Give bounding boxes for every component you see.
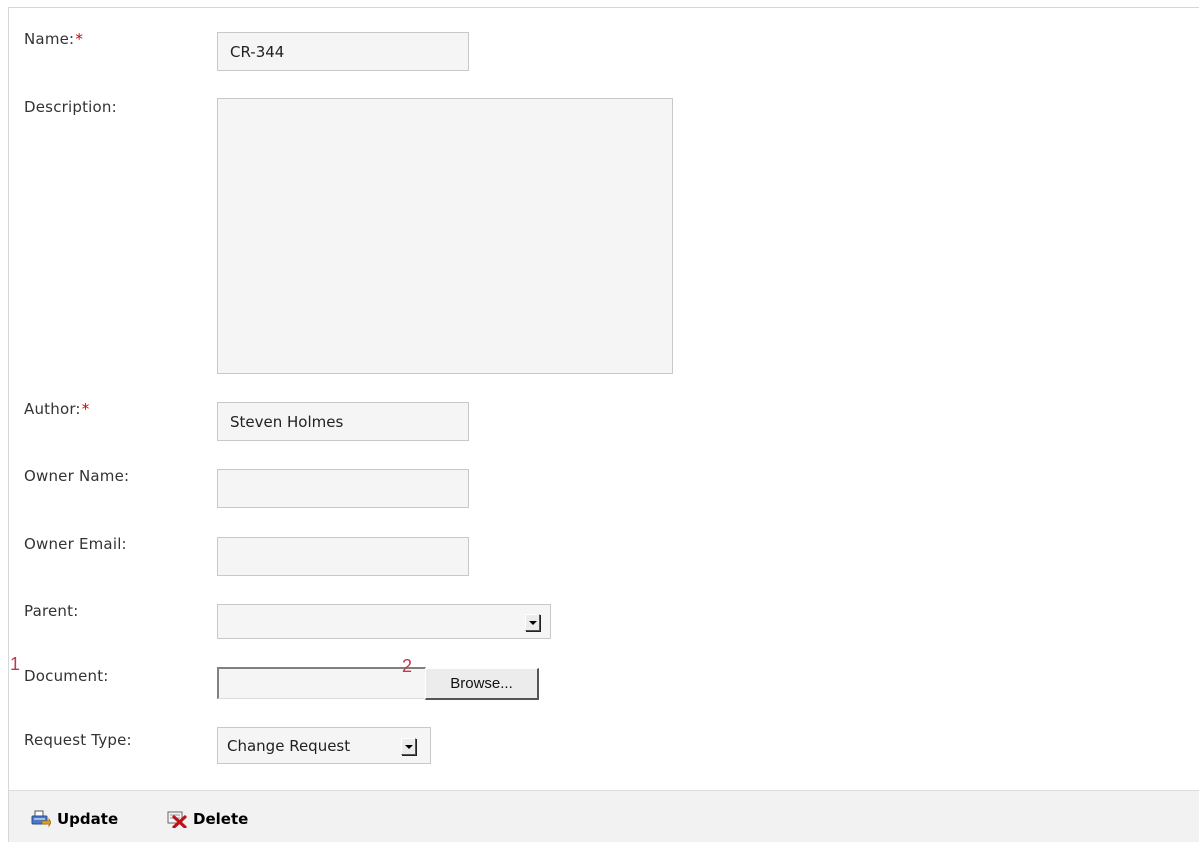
request-type-select[interactable]: Change Request xyxy=(217,727,431,764)
request-type-label: Request Type: xyxy=(24,731,132,749)
owner-name-input[interactable] xyxy=(217,469,469,508)
update-button[interactable]: Update xyxy=(31,808,118,830)
required-marker: * xyxy=(75,30,84,48)
required-marker: * xyxy=(81,400,90,418)
author-input[interactable] xyxy=(217,402,469,441)
update-button-label: Update xyxy=(57,810,119,828)
document-label: Document: xyxy=(24,667,109,685)
parent-select[interactable] xyxy=(217,604,551,639)
action-toolbar: Update Delete xyxy=(9,790,1199,842)
owner-name-label: Owner Name: xyxy=(24,467,130,485)
document-file-input[interactable] xyxy=(217,667,426,699)
name-label: Name:* xyxy=(24,30,84,48)
author-label: Author:* xyxy=(24,400,90,418)
annotation-marker-2: 2 xyxy=(402,656,413,676)
parent-label: Parent: xyxy=(24,602,79,620)
name-input[interactable] xyxy=(217,32,469,71)
chevron-down-icon[interactable] xyxy=(525,614,540,631)
request-type-select-value: Change Request xyxy=(227,737,351,755)
update-icon xyxy=(31,810,52,828)
description-label: Description: xyxy=(24,98,117,116)
edit-form-page: Name:* Description: Author:* Owner Name:… xyxy=(0,0,1199,842)
annotation-marker-1: 1 xyxy=(10,654,21,674)
delete-button[interactable]: Delete xyxy=(167,808,248,830)
browse-button[interactable]: Browse... xyxy=(425,668,539,700)
delete-icon xyxy=(167,810,187,829)
delete-button-label: Delete xyxy=(193,810,249,828)
description-textarea[interactable] xyxy=(217,98,673,374)
owner-email-label: Owner Email: xyxy=(24,535,127,553)
owner-email-input[interactable] xyxy=(217,537,469,576)
chevron-down-icon[interactable] xyxy=(401,738,416,755)
